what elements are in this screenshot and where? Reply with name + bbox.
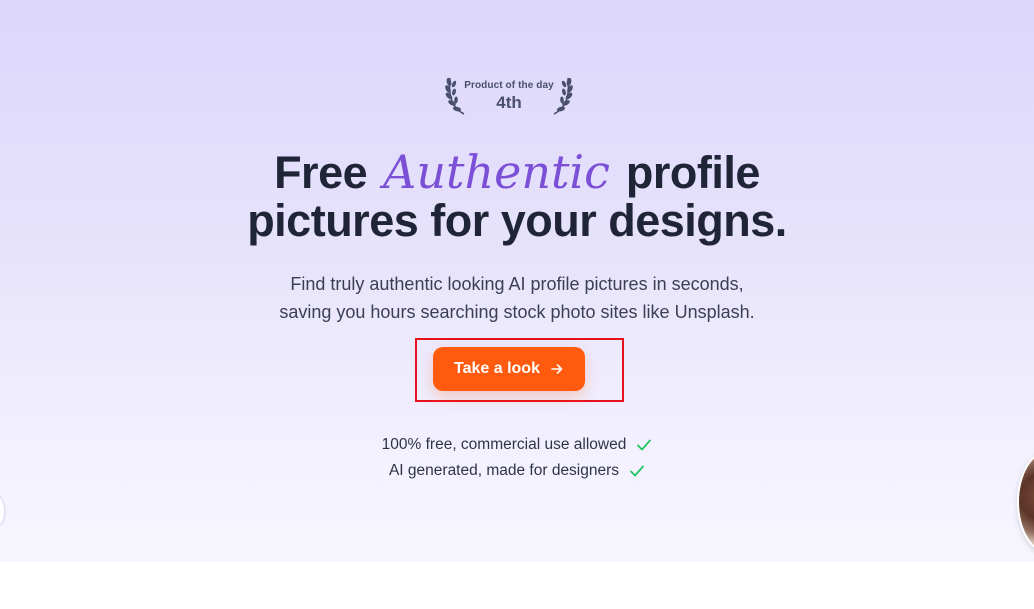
arrow-right-icon — [551, 364, 563, 374]
subtitle-line-2: saving you hours searching stock photo s… — [279, 302, 755, 322]
take-a-look-button[interactable]: Take a look — [433, 347, 585, 391]
check-icon — [637, 439, 652, 451]
laurel-right-icon — [553, 77, 573, 115]
feature-list: 100% free, commercial use allowed AI gen… — [0, 432, 1034, 484]
hero-section: Product of the day 4th Free Authentic pr… — [0, 0, 1034, 562]
feature-item: AI generated, made for designers — [0, 458, 1034, 484]
feature-text: 100% free, commercial use allowed — [381, 436, 627, 453]
headline-line-2: pictures for your designs. — [247, 195, 787, 246]
subtitle-line-1: Find truly authentic looking AI profile … — [290, 274, 744, 294]
feature-item: 100% free, commercial use allowed — [0, 432, 1034, 458]
take-a-look-label: Take a look — [454, 360, 540, 377]
page-headline: Free Authentic profile pictures for your… — [0, 148, 1034, 245]
headline-word-profile: profile — [625, 147, 761, 198]
headline-line-1: Free Authentic profile — [0, 148, 1034, 197]
product-of-the-day-badge[interactable]: Product of the day 4th — [440, 70, 578, 118]
hero-subtitle: Find truly authentic looking AI profile … — [0, 270, 1034, 326]
headline-script-word: Authentic — [383, 145, 610, 199]
feature-text: AI generated, made for designers — [388, 462, 620, 479]
headline-word-free: Free — [274, 147, 368, 198]
check-icon — [630, 465, 644, 477]
avatar — [0, 494, 6, 528]
